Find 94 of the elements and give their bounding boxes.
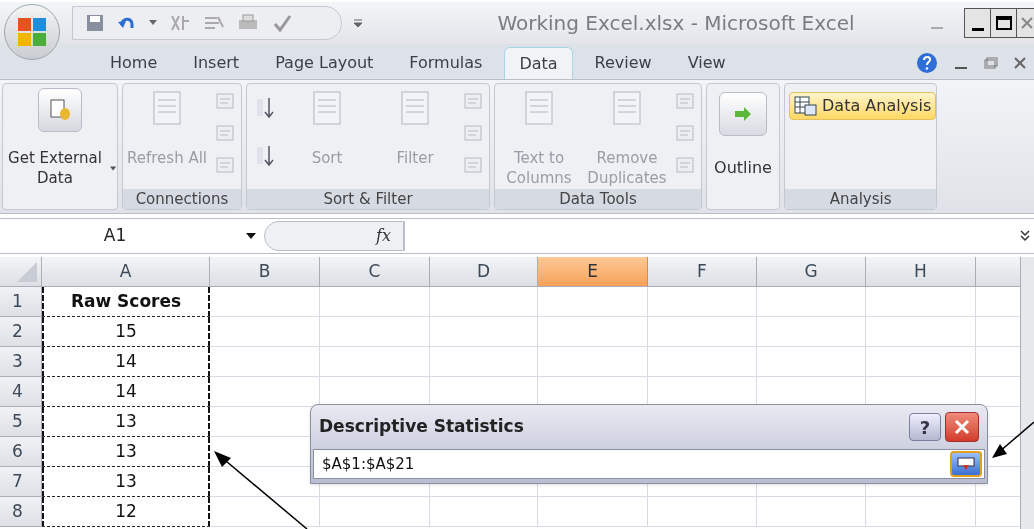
empty-cell[interactable] bbox=[430, 347, 538, 377]
sort-ascending-icon[interactable] bbox=[255, 96, 275, 120]
empty-cell[interactable] bbox=[430, 287, 538, 317]
table-cell[interactable]: 13 bbox=[42, 407, 210, 437]
help-icon[interactable] bbox=[916, 52, 938, 74]
empty-cell[interactable] bbox=[648, 287, 757, 317]
row-header[interactable]: 8 bbox=[0, 497, 42, 527]
save-icon[interactable] bbox=[85, 13, 105, 33]
data-analysis-button[interactable]: Data Analysis bbox=[789, 92, 937, 120]
dialog-title: Descriptive Statistics bbox=[319, 415, 525, 439]
ribbon-tab[interactable]: Page Layout bbox=[261, 47, 388, 79]
empty-cell[interactable] bbox=[757, 347, 866, 377]
ribbon-tab[interactable]: Insert bbox=[179, 47, 254, 79]
empty-cell[interactable] bbox=[320, 317, 430, 347]
empty-cell[interactable] bbox=[430, 497, 538, 527]
empty-cell[interactable] bbox=[538, 317, 648, 347]
empty-cell[interactable] bbox=[757, 497, 866, 527]
row-header[interactable]: 3 bbox=[0, 347, 42, 377]
name-box[interactable]: A1 bbox=[0, 223, 230, 249]
empty-cell[interactable] bbox=[320, 287, 430, 317]
office-logo-button[interactable] bbox=[4, 4, 60, 60]
column-header[interactable]: H bbox=[866, 257, 976, 286]
get-external-data-button[interactable]: Get External Data bbox=[4, 84, 116, 188]
spelling-check-icon[interactable] bbox=[271, 13, 293, 33]
group-label: Sort & Filter bbox=[247, 189, 489, 209]
column-header[interactable]: E bbox=[538, 257, 648, 286]
close-icon bbox=[954, 419, 970, 435]
outline-button[interactable]: Outline bbox=[707, 84, 779, 209]
column-header[interactable]: G bbox=[757, 257, 866, 286]
table-icon bbox=[794, 96, 818, 116]
ribbon-tab[interactable]: Formulas bbox=[395, 47, 497, 79]
empty-cell[interactable] bbox=[210, 317, 320, 347]
collapse-icon bbox=[957, 457, 975, 471]
empty-cell[interactable] bbox=[210, 287, 320, 317]
collapse-dialog-button[interactable] bbox=[950, 451, 982, 477]
empty-cell[interactable] bbox=[757, 317, 866, 347]
dropdown-caret-icon[interactable] bbox=[246, 232, 256, 240]
customize-caret-icon[interactable] bbox=[354, 19, 362, 27]
table-cell[interactable]: 15 bbox=[42, 317, 210, 347]
tool-icon[interactable] bbox=[169, 13, 191, 33]
empty-cell[interactable] bbox=[866, 287, 976, 317]
group-label: Data Tools bbox=[495, 189, 701, 209]
corner-triangle-icon bbox=[17, 262, 37, 282]
row-header[interactable]: 7 bbox=[0, 467, 42, 497]
column-header[interactable]: F bbox=[648, 257, 757, 286]
empty-cell[interactable] bbox=[210, 497, 320, 527]
dropdown-caret-icon bbox=[109, 165, 116, 171]
ribbon-tab[interactable]: Home bbox=[96, 47, 172, 79]
row-header[interactable]: 4 bbox=[0, 377, 42, 407]
empty-cell[interactable] bbox=[757, 287, 866, 317]
empty-cell[interactable] bbox=[648, 317, 757, 347]
empty-cell[interactable] bbox=[538, 347, 648, 377]
row-header[interactable]: 2 bbox=[0, 317, 42, 347]
ribbon-tab[interactable]: Data bbox=[504, 47, 573, 79]
row-header[interactable]: 5 bbox=[0, 407, 42, 437]
office-logo-icon bbox=[16, 16, 48, 48]
ribbon-tab[interactable]: View bbox=[673, 47, 740, 79]
empty-cell[interactable] bbox=[866, 497, 976, 527]
table-cell[interactable]: 14 bbox=[42, 377, 210, 407]
empty-cell[interactable] bbox=[866, 347, 976, 377]
close-button[interactable] bbox=[945, 412, 979, 442]
group-label: Analysis bbox=[785, 189, 937, 209]
empty-cell[interactable] bbox=[210, 347, 320, 377]
table-cell[interactable]: 13 bbox=[42, 437, 210, 467]
close-icon[interactable] bbox=[1014, 57, 1026, 69]
help-button[interactable]: ? bbox=[909, 413, 941, 441]
empty-cell[interactable] bbox=[648, 347, 757, 377]
empty-cell[interactable] bbox=[866, 317, 976, 347]
empty-cell[interactable] bbox=[538, 287, 648, 317]
row-header[interactable]: 1 bbox=[0, 287, 42, 317]
table-cell[interactable]: Raw Scores bbox=[42, 287, 210, 317]
restore-icon[interactable] bbox=[984, 57, 998, 69]
ribbon-tab[interactable]: Review bbox=[580, 47, 666, 79]
column-header[interactable]: B bbox=[210, 257, 320, 286]
minimize-button[interactable] bbox=[965, 9, 991, 37]
group-label: Connections bbox=[123, 189, 241, 209]
maximize-button[interactable] bbox=[991, 9, 1017, 37]
data-source-icon bbox=[38, 88, 82, 132]
expand-icon[interactable] bbox=[1020, 230, 1030, 242]
empty-cell[interactable] bbox=[320, 347, 430, 377]
window-title: Working Excel.xlsx - Microsoft Excel bbox=[496, 10, 856, 37]
empty-cell[interactable] bbox=[320, 497, 430, 527]
sort-descending-icon[interactable] bbox=[255, 144, 275, 168]
empty-cell[interactable] bbox=[538, 497, 648, 527]
table-cell[interactable]: 13 bbox=[42, 467, 210, 497]
function-label[interactable]: fx bbox=[376, 224, 391, 248]
empty-cell[interactable] bbox=[430, 317, 538, 347]
row-header[interactable]: 6 bbox=[0, 437, 42, 467]
close-icon bbox=[1021, 17, 1033, 29]
table-cell[interactable]: 14 bbox=[42, 347, 210, 377]
column-header[interactable]: C bbox=[320, 257, 430, 286]
empty-cell[interactable] bbox=[648, 497, 757, 527]
column-header[interactable]: A bbox=[42, 257, 210, 286]
table-cell[interactable]: 12 bbox=[42, 497, 210, 527]
